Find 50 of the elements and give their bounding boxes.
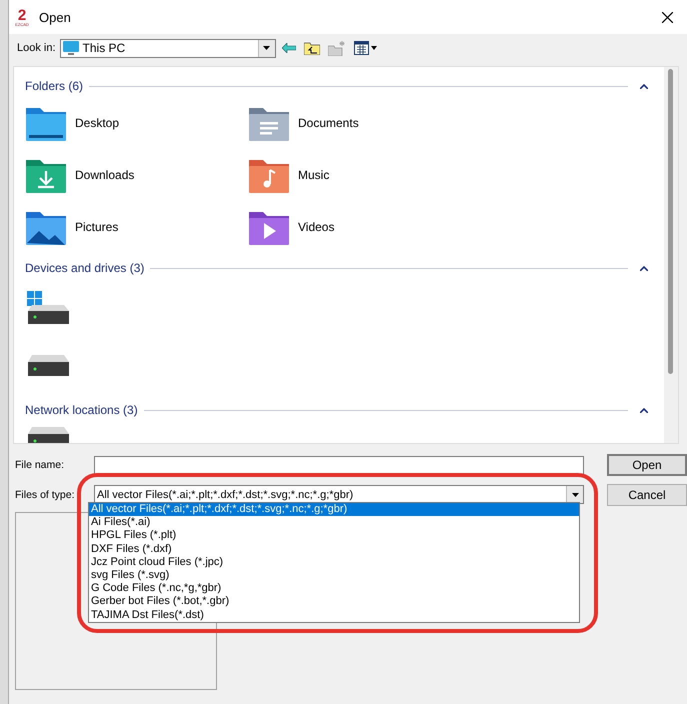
new-folder-icon bbox=[328, 40, 346, 56]
drive-icon bbox=[26, 355, 70, 377]
downloads-folder-icon bbox=[25, 157, 67, 193]
close-icon bbox=[662, 12, 672, 22]
file-type-option[interactable]: Jcz Point cloud Files (*.jpc) bbox=[89, 556, 579, 569]
chevron-up-icon bbox=[640, 408, 648, 412]
chevron-up-icon bbox=[640, 84, 648, 88]
music-folder-icon bbox=[248, 157, 290, 193]
file-name-field[interactable] bbox=[94, 456, 584, 474]
file-type-option[interactable]: All vector Files(*.ai;*.plt;*.dxf;*.dst;*.svg;*.nc;*.g;*gbr) bbox=[89, 503, 579, 516]
back-button[interactable] bbox=[280, 43, 298, 53]
windows-drive-icon bbox=[26, 291, 70, 325]
file-type-option[interactable]: HPGL Files (*.plt) bbox=[89, 529, 579, 543]
section-header: Devices and drives (3) bbox=[25, 261, 144, 275]
up-folder-icon bbox=[304, 41, 320, 55]
file-type-option[interactable]: DXF Files (*.dxf) bbox=[89, 542, 579, 556]
folder-label[interactable]: Music bbox=[298, 168, 330, 182]
look-in-label: Look in: bbox=[17, 42, 56, 54]
folder-label[interactable]: Videos bbox=[298, 220, 334, 234]
folder-label[interactable]: Documents bbox=[298, 116, 359, 130]
pictures-folder-icon bbox=[25, 209, 67, 245]
up-folder-button[interactable] bbox=[302, 41, 322, 55]
file-type-label: Files of type: bbox=[15, 488, 76, 500]
videos-folder-icon bbox=[248, 209, 290, 245]
dropdown-arrow-icon bbox=[572, 492, 578, 496]
folder-label[interactable]: Downloads bbox=[75, 168, 134, 182]
section-header: Folders (6) bbox=[25, 79, 84, 93]
open-button[interactable]: Open bbox=[607, 454, 687, 476]
file-name-label: File name: bbox=[15, 459, 66, 471]
file-type-option[interactable]: TAJIMA Dst Files(*.dst) bbox=[89, 608, 579, 622]
cancel-button[interactable]: Cancel bbox=[607, 484, 687, 506]
look-in-dropdown[interactable]: This PC bbox=[60, 38, 276, 58]
file-type-option[interactable]: G Code Files (*.nc,*g,*gbr) bbox=[89, 582, 579, 596]
window-title: Open bbox=[39, 10, 71, 24]
file-type-option[interactable]: svg Files (*.svg) bbox=[89, 568, 579, 582]
folder-label[interactable]: Desktop bbox=[75, 116, 120, 130]
dropdown-arrow-icon bbox=[263, 46, 270, 50]
back-arrow-icon bbox=[282, 43, 296, 53]
file-type-option[interactable]: Gerber bot Files (*.bot,*.gbr) bbox=[89, 595, 579, 608]
file-type-option[interactable]: Ai Files(*.ai) bbox=[89, 516, 579, 530]
details-view-icon bbox=[354, 41, 378, 55]
view-menu-button[interactable] bbox=[352, 41, 380, 55]
desktop-folder-icon bbox=[25, 105, 67, 141]
file-type-dropdown[interactable]: All vector Files(*.ai;*.plt;*.dxf;*.dst;*.svg;*.nc;*.g;*gbr) bbox=[94, 485, 584, 504]
section-header: Network locations (3) bbox=[25, 403, 138, 417]
chevron-up-icon bbox=[640, 266, 648, 270]
documents-folder-icon bbox=[248, 105, 290, 141]
monitor-icon bbox=[62, 40, 79, 56]
scrollbar[interactable] bbox=[664, 67, 678, 443]
folder-label[interactable]: Pictures bbox=[75, 220, 118, 234]
